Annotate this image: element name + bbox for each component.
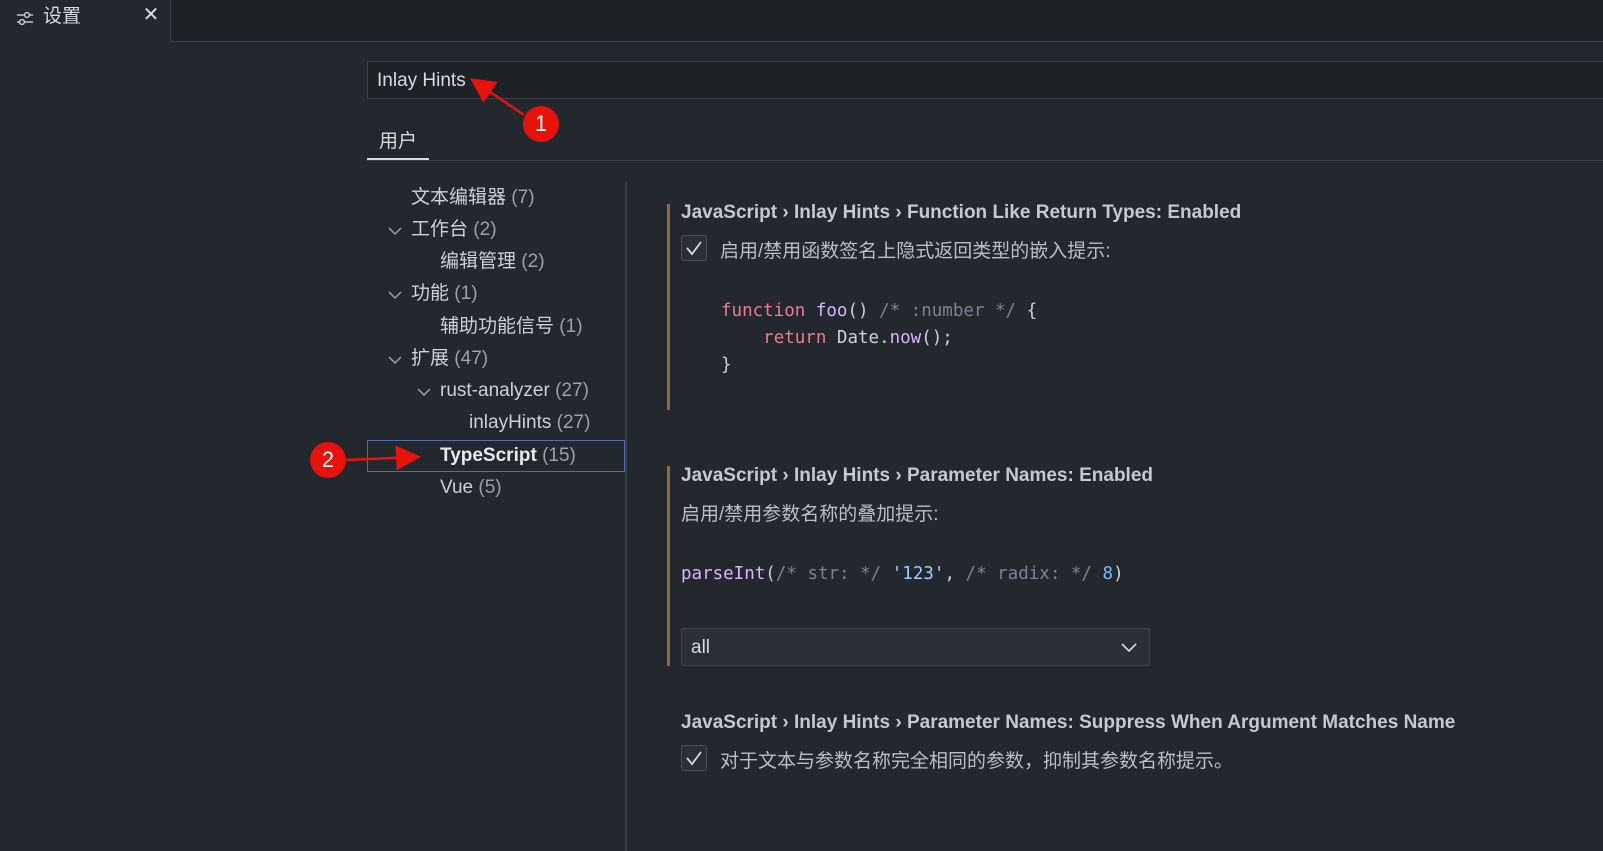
parameter-names-select[interactable]: all xyxy=(681,628,1150,666)
toc-label: 辅助功能信号 xyxy=(440,316,555,337)
scope-label: 用户 xyxy=(379,131,418,152)
code-punct: ( xyxy=(765,564,776,584)
code-comment: /* str: */ xyxy=(775,564,882,584)
chevron-down-icon[interactable] xyxy=(388,355,402,365)
code-string: '123' xyxy=(891,564,945,584)
toc-item-accessibility-signals[interactable]: 辅助功能信号 (1) xyxy=(440,315,583,339)
toc-item-inlay-hints[interactable]: inlayHints (27) xyxy=(469,411,590,435)
toc-count: (27) xyxy=(555,380,589,401)
toc-item-vue[interactable]: Vue (5) xyxy=(440,476,502,500)
toc-label: inlayHints xyxy=(469,412,552,433)
modified-indicator xyxy=(667,466,670,666)
toc-label: 文本编辑器 xyxy=(411,187,507,208)
toc-count: (1) xyxy=(454,283,478,304)
code-example: parseInt(/* str: */ '123', /* radix: */ … xyxy=(681,561,1124,588)
annotation-badge-2: 2 xyxy=(310,442,346,478)
code-function: parseInt xyxy=(681,564,766,584)
setting-title: JavaScript › Inlay Hints › Parameter Nam… xyxy=(681,465,1154,486)
annotation-badge-1: 1 xyxy=(523,106,559,142)
tab-user-settings[interactable]: 用户 xyxy=(367,121,429,161)
toc-count: (2) xyxy=(473,219,497,240)
toc-item-extensions[interactable]: 扩展 (47) xyxy=(411,347,488,371)
code-punct: ) xyxy=(1113,564,1124,584)
code-number: 8 xyxy=(1102,564,1114,584)
code-punct: (); xyxy=(921,328,953,348)
scope-divider xyxy=(367,160,1603,161)
tab-settings[interactable]: 设置 ✕ xyxy=(0,0,171,42)
code-punct: } xyxy=(721,355,732,375)
code-punct: , xyxy=(944,564,955,584)
setting-title: JavaScript › Inlay Hints › Parameter Nam… xyxy=(681,712,1456,733)
close-icon[interactable]: ✕ xyxy=(141,5,161,25)
toc-label: 编辑管理 xyxy=(440,251,517,272)
chevron-down-icon xyxy=(1121,643,1137,653)
select-value: all xyxy=(691,637,711,658)
toc-splitter[interactable] xyxy=(625,182,627,851)
toc-label: 扩展 xyxy=(411,348,450,369)
code-keyword: function xyxy=(721,301,806,321)
toc-count: (47) xyxy=(454,348,489,369)
toc-count: (7) xyxy=(511,187,535,208)
toc-label: 功能 xyxy=(411,283,450,304)
chevron-down-icon[interactable] xyxy=(388,226,402,236)
code-identifier: Date. xyxy=(836,328,890,348)
toc-item-editor-management[interactable]: 编辑管理 (2) xyxy=(440,250,545,274)
toc-item-features[interactable]: 功能 (1) xyxy=(411,282,478,306)
toc-label: 工作台 xyxy=(411,219,469,240)
code-comment: /* :number */ xyxy=(879,301,1017,321)
tab-bar: 设置 ✕ xyxy=(0,0,1603,42)
code-punct: () xyxy=(847,301,869,321)
checkmark-icon xyxy=(686,751,702,766)
code-function: now xyxy=(889,328,922,348)
toc-item-rust-analyzer[interactable]: rust-analyzer (27) xyxy=(440,379,589,403)
setting-description: 启用/禁用函数签名上隐式返回类型的嵌入提示: xyxy=(720,241,1111,262)
code-keyword: return xyxy=(763,328,827,348)
tab-title: 设置 xyxy=(43,6,82,27)
code-punct: { xyxy=(1026,301,1038,321)
setting-title: JavaScript › Inlay Hints › Function Like… xyxy=(681,202,1242,223)
code-example: function foo() /* :number */ { return Da… xyxy=(721,298,1037,379)
toc-count: (2) xyxy=(521,251,545,272)
toc-label: rust-analyzer xyxy=(440,380,550,401)
chevron-down-icon[interactable] xyxy=(417,387,431,397)
settings-search-input[interactable]: Inlay Hints xyxy=(367,61,1603,99)
setting-description: 对于文本与参数名称完全相同的参数，抑制其参数名称提示。 xyxy=(720,751,1234,772)
toc-label: Vue xyxy=(440,477,474,498)
toc-item-typescript[interactable]: TypeScript (15) xyxy=(440,444,576,468)
toc-label: TypeScript xyxy=(440,445,537,466)
toc-item-workbench[interactable]: 工作台 (2) xyxy=(411,218,497,242)
setting-checkbox[interactable] xyxy=(681,745,707,771)
search-value: Inlay Hints xyxy=(377,70,466,91)
code-function: foo xyxy=(815,301,848,321)
settings-sliders-icon xyxy=(17,11,33,26)
toc-count: (1) xyxy=(559,316,583,337)
chevron-down-icon[interactable] xyxy=(388,290,402,300)
toc-count: (27) xyxy=(556,412,591,433)
setting-checkbox[interactable] xyxy=(681,235,707,261)
toc-item-text-editor[interactable]: 文本编辑器 (7) xyxy=(411,186,535,210)
toc-count: (15) xyxy=(542,445,576,466)
modified-indicator xyxy=(667,204,670,410)
checkmark-icon xyxy=(686,241,702,256)
toc-count: (5) xyxy=(478,477,502,498)
code-comment: /* radix: */ xyxy=(965,564,1092,584)
setting-description: 启用/禁用参数名称的叠加提示: xyxy=(681,504,939,525)
